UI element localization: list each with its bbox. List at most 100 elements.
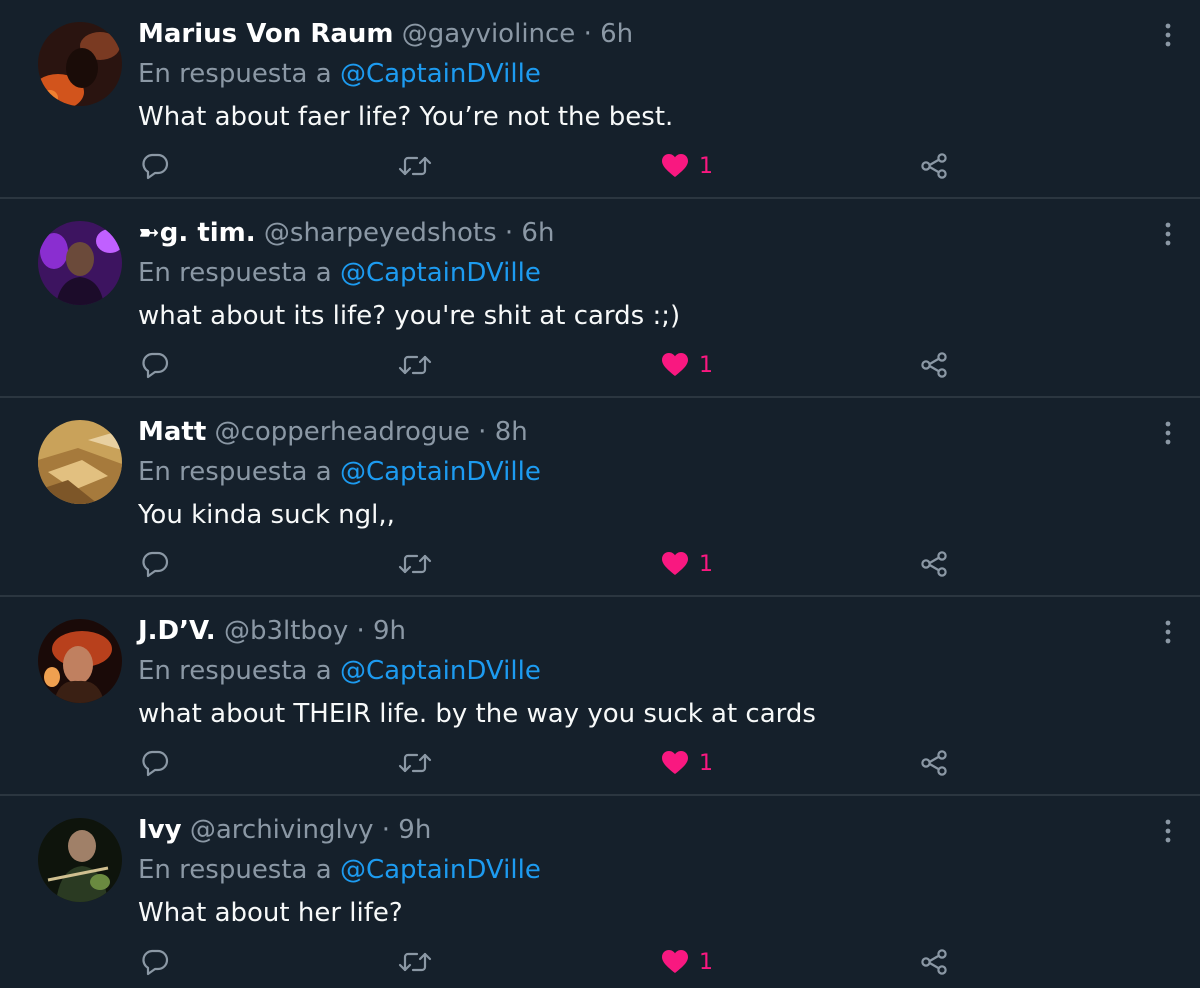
like-button[interactable]: 1 <box>661 150 713 182</box>
tweet-header: Ivy @archivinglvy · 9h <box>138 812 431 848</box>
reply-prefix: En respuesta a <box>138 656 332 686</box>
separator-dot: · <box>478 417 487 447</box>
share-button[interactable] <box>920 349 948 381</box>
display-name[interactable]: Matt <box>138 417 206 447</box>
share-icon <box>921 352 947 378</box>
reply-icon <box>142 949 169 976</box>
like-count: 1 <box>699 153 713 179</box>
timestamp[interactable]: 6h <box>521 218 554 248</box>
display-name[interactable]: J.D’V. <box>138 616 216 646</box>
more-options-button[interactable] <box>1158 818 1178 844</box>
tweet-header: Matt @copperheadrogue · 8h <box>138 414 528 450</box>
heart-icon <box>662 950 688 973</box>
like-button[interactable]: 1 <box>661 548 713 580</box>
more-options-icon <box>1165 819 1171 843</box>
separator-dot: · <box>356 616 365 646</box>
avatar[interactable] <box>38 420 122 504</box>
reply-icon <box>142 551 169 578</box>
display-name[interactable]: Ivy <box>138 815 182 845</box>
avatar[interactable] <box>38 818 122 902</box>
tweet-text: what about its life? you're shit at card… <box>138 301 681 331</box>
retweet-icon <box>398 355 432 375</box>
separator-dot: · <box>381 815 391 845</box>
tweet-header: ➼g. tim. @sharpeyedshots · 6h <box>138 215 554 251</box>
heart-icon <box>662 154 688 177</box>
retweet-button[interactable] <box>398 349 432 381</box>
timestamp[interactable]: 9h <box>373 616 406 646</box>
like-count: 1 <box>699 949 713 975</box>
avatar[interactable] <box>38 619 122 703</box>
more-options-icon <box>1165 620 1171 644</box>
timestamp[interactable]: 9h <box>398 815 431 845</box>
avatar[interactable] <box>38 221 122 305</box>
more-options-button[interactable] <box>1158 22 1178 48</box>
more-options-icon <box>1165 222 1171 246</box>
mention-link[interactable]: @CaptainDVille <box>340 656 541 686</box>
more-options-button[interactable] <box>1158 420 1178 446</box>
mention-link[interactable]: @CaptainDVille <box>340 457 541 487</box>
user-handle[interactable]: @gayviolince <box>402 19 576 49</box>
reply-feed: Marius Von Raum @gayviolince · 6h En res… <box>0 0 1200 988</box>
like-button[interactable]: 1 <box>661 349 713 381</box>
like-count: 1 <box>699 352 713 378</box>
more-options-button[interactable] <box>1158 619 1178 645</box>
retweet-button[interactable] <box>398 150 432 182</box>
reply-button[interactable] <box>141 548 169 580</box>
like-button[interactable]: 1 <box>661 747 713 779</box>
reply-prefix: En respuesta a <box>138 855 332 885</box>
retweet-icon <box>398 156 432 176</box>
share-icon <box>921 551 947 577</box>
user-handle[interactable]: @copperheadrogue <box>215 417 470 447</box>
like-button[interactable]: 1 <box>661 946 713 978</box>
retweet-icon <box>398 753 432 773</box>
tweet-header: J.D’V. @b3ltboy · 9h <box>138 613 406 649</box>
reply-button[interactable] <box>141 150 169 182</box>
mention-link[interactable]: @CaptainDVille <box>340 855 541 885</box>
reply-button[interactable] <box>141 946 169 978</box>
retweet-icon <box>398 554 432 574</box>
share-button[interactable] <box>920 946 948 978</box>
reply-icon <box>142 352 169 379</box>
reply-prefix: En respuesta a <box>138 258 332 288</box>
display-name[interactable]: ➼g. tim. <box>138 218 256 248</box>
share-button[interactable] <box>920 747 948 779</box>
reply-context: En respuesta a @CaptainDVille <box>138 56 541 92</box>
tweet[interactable]: ➼g. tim. @sharpeyedshots · 6h En respues… <box>0 199 1200 398</box>
tweet-text: What about faer life? You’re not the bes… <box>138 102 674 132</box>
share-icon <box>921 949 947 975</box>
reply-context: En respuesta a @CaptainDVille <box>138 454 541 490</box>
display-name[interactable]: Marius Von Raum <box>138 19 393 49</box>
tweet[interactable]: Marius Von Raum @gayviolince · 6h En res… <box>0 0 1200 199</box>
retweet-button[interactable] <box>398 747 432 779</box>
more-options-icon <box>1165 23 1171 47</box>
user-handle[interactable]: @archivinglvy <box>190 815 374 845</box>
share-icon <box>921 750 947 776</box>
reply-context: En respuesta a @CaptainDVille <box>138 255 541 291</box>
user-handle[interactable]: @b3ltboy <box>224 616 348 646</box>
avatar[interactable] <box>38 22 122 106</box>
tweet[interactable]: J.D’V. @b3ltboy · 9h En respuesta a @Cap… <box>0 597 1200 796</box>
timestamp[interactable]: 8h <box>495 417 528 447</box>
share-icon <box>921 153 947 179</box>
retweet-button[interactable] <box>398 946 432 978</box>
reply-prefix: En respuesta a <box>138 59 332 89</box>
user-handle[interactable]: @sharpeyedshots <box>264 218 497 248</box>
tweet[interactable]: Ivy @archivinglvy · 9h En respuesta a @C… <box>0 796 1200 988</box>
share-button[interactable] <box>920 150 948 182</box>
reply-button[interactable] <box>141 747 169 779</box>
mention-link[interactable]: @CaptainDVille <box>340 59 541 89</box>
retweet-button[interactable] <box>398 548 432 580</box>
reply-icon <box>142 153 169 180</box>
reply-button[interactable] <box>141 349 169 381</box>
tweet-header: Marius Von Raum @gayviolince · 6h <box>138 16 633 52</box>
reply-icon <box>142 750 169 777</box>
tweet-text: You kinda suck ngl,, <box>138 500 395 530</box>
more-options-button[interactable] <box>1158 221 1178 247</box>
share-button[interactable] <box>920 548 948 580</box>
retweet-icon <box>398 952 432 972</box>
separator-dot: · <box>504 218 514 248</box>
tweet[interactable]: Matt @copperheadrogue · 8h En respuesta … <box>0 398 1200 597</box>
tweet-text: what about THEIR life. by the way you su… <box>138 699 816 729</box>
timestamp[interactable]: 6h <box>600 19 633 49</box>
mention-link[interactable]: @CaptainDVille <box>340 258 541 288</box>
